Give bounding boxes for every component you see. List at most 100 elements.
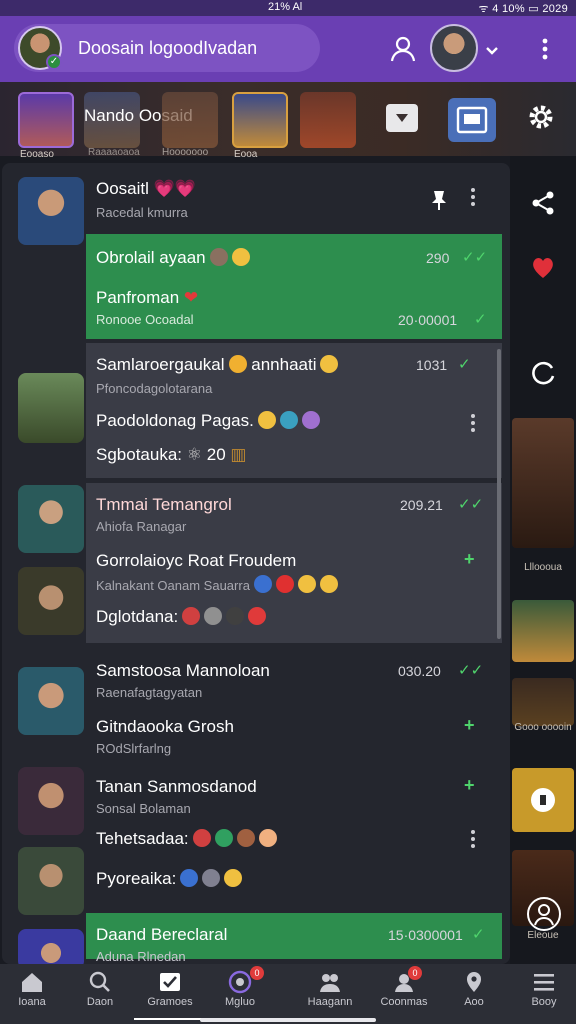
- chat-avatar: [18, 177, 84, 245]
- rail-title: Eleoue: [527, 930, 559, 941]
- message-time: 20·00001: [398, 312, 458, 328]
- story-item[interactable]: Eooa: [232, 92, 288, 160]
- chat-item[interactable]: Daand Bereclaral 15·0300001 ✓ Aduna Rlne…: [2, 911, 510, 964]
- message-subtitle: Kalnakant Oanam Sauarra: [96, 575, 338, 593]
- add-icon[interactable]: +: [464, 715, 475, 736]
- story-art[interactable]: [300, 92, 356, 148]
- story-item[interactable]: Hooooooo: [162, 92, 218, 158]
- share-icon[interactable]: [528, 188, 558, 218]
- chat-subtitle: Ahiofa Ranagar: [96, 519, 187, 534]
- chat-time: 1031: [416, 357, 448, 373]
- search-icon: [89, 971, 110, 992]
- pin-icon[interactable]: [428, 187, 450, 211]
- people-icon: [320, 974, 340, 992]
- notification-badge: 0: [408, 966, 422, 980]
- nav-menu[interactable]: Booy: [508, 970, 576, 1020]
- nav-search[interactable]: Daon: [64, 970, 136, 1020]
- refresh-icon[interactable]: [528, 358, 558, 388]
- message-subtitle: ROdSlrfarlng: [96, 741, 172, 756]
- user-icon[interactable]: [388, 34, 418, 64]
- gallery-button[interactable]: [448, 98, 496, 142]
- nav-label: Gramoes: [147, 996, 193, 1008]
- profile-icon[interactable]: [526, 896, 562, 932]
- nav-label: Booy: [531, 996, 557, 1008]
- chat-avatar: [18, 373, 84, 443]
- nav-games[interactable]: Gramoes: [134, 970, 206, 1020]
- chat-subtitle: Pfoncodagolotarana: [96, 381, 213, 396]
- stories-row: Eooaso Raaaaoaoa Nando Oosaid Hooooooo E…: [0, 82, 576, 160]
- chat-message-highlight[interactable]: Obrolail ayaan 290 ✓✓ Panfroman ❤ Ronooe…: [86, 234, 502, 339]
- add-icon[interactable]: +: [464, 775, 475, 796]
- account-avatar[interactable]: [430, 24, 478, 72]
- chat-avatar: [18, 485, 84, 553]
- status-bar: 21% Al ᯤ 4 10% ▭ 2029: [0, 0, 576, 16]
- double-check-icon: ✓✓: [462, 249, 488, 266]
- checkbox-icon: [160, 973, 180, 991]
- chat-item[interactable]: Tanan Sanmosdanod + Sonsal Bolaman Tehet…: [2, 763, 510, 915]
- chat-title: Oosaitl 💗💗: [96, 179, 196, 198]
- rail-thumbnail[interactable]: [512, 600, 574, 662]
- home-indicator: [200, 1018, 376, 1022]
- menu-icon: [534, 974, 554, 991]
- gear-icon[interactable]: [526, 102, 556, 132]
- rail-thumbnail[interactable]: [512, 678, 574, 726]
- heart-icon[interactable]: [528, 252, 558, 282]
- lock-icon: [531, 788, 555, 812]
- message-subtitle: Ronooe Ocoadal: [96, 312, 194, 327]
- story-label: Hooooooo: [162, 147, 209, 158]
- chat-list-panel: Oosaitl 💗💗 Racedal kmurra Obrolail ayaan…: [2, 163, 510, 964]
- nav-home[interactable]: Ioana: [0, 970, 68, 1020]
- rail-thumbnail[interactable]: [512, 418, 574, 548]
- image-icon: [456, 106, 488, 134]
- nav-messages[interactable]: 0 Mgluo: [204, 966, 276, 1020]
- message-text: Dglotdana:: [96, 607, 267, 627]
- check-icon: ✓: [458, 356, 471, 373]
- top-app-bar: ✓ Doosain logoodIvadan: [0, 16, 576, 82]
- check-icon: ✓: [472, 926, 485, 943]
- chat-item[interactable]: Samstoosa Mannoloan 030.20 ✓✓ Raenafagta…: [2, 651, 510, 756]
- chat-avatar: [18, 667, 84, 735]
- nav-label: Ioana: [18, 996, 46, 1008]
- search-text: Doosain logoodIvadan: [78, 38, 258, 58]
- more-vertical-icon[interactable]: [470, 413, 476, 432]
- right-rail: Llloooua Gooo ooooin Eleoue: [510, 156, 576, 964]
- chat-item[interactable]: Oosaitl 💗💗 Racedal kmurra Obrolail ayaan…: [2, 163, 510, 339]
- profile-avatar[interactable]: ✓: [18, 26, 62, 70]
- more-vertical-icon[interactable]: [534, 36, 556, 62]
- message-text: Gorrolaioyc Roat Froudem: [96, 551, 297, 570]
- double-check-icon: ✓✓: [458, 496, 484, 513]
- message-text: Gitndaooka Grosh: [96, 717, 234, 736]
- chevron-down-icon[interactable]: [482, 40, 502, 60]
- nav-label: Haagann: [307, 996, 353, 1008]
- check-icon: ✓: [474, 311, 487, 328]
- story-item[interactable]: Eooaso: [18, 92, 74, 160]
- chat-avatar: [18, 929, 84, 964]
- nav-location[interactable]: Aoo: [438, 970, 510, 1020]
- post-icon[interactable]: [382, 96, 422, 136]
- nav-label: Mgluo: [225, 996, 255, 1008]
- chat-subtitle: Raenafagtagyatan: [96, 685, 203, 700]
- message-text: Pyoreaika:: [96, 869, 243, 889]
- nav-people[interactable]: Haagann: [294, 970, 366, 1020]
- story-label: Eooa: [234, 149, 258, 160]
- more-vertical-icon[interactable]: [470, 829, 476, 848]
- rail-thumbnail[interactable]: [512, 768, 574, 832]
- scrollbar[interactable]: [497, 349, 501, 639]
- nav-community[interactable]: 0 Coonmas: [368, 966, 440, 1020]
- chat-time: 209.21: [400, 497, 443, 513]
- message-text: Paodoldonag Pagas.: [96, 411, 320, 431]
- message-text: Sgbotauka: ⚛ 20 ▥: [96, 445, 247, 464]
- message-time: 290: [426, 250, 450, 266]
- add-icon[interactable]: +: [464, 549, 475, 570]
- chat-avatar: [18, 847, 84, 915]
- message-text: Obrolail ayaan: [96, 248, 250, 268]
- rail-title: Gooo ooooin: [514, 722, 572, 733]
- chat-item[interactable]: Samlaroergaukal annhaati 1031 ✓ Pfoncoda…: [2, 343, 510, 478]
- more-vertical-icon[interactable]: [470, 187, 476, 206]
- story-label: Raaaaoaoa: [88, 147, 140, 158]
- chat-subtitle: Sonsal Bolaman: [96, 801, 191, 816]
- chat-item[interactable]: Tmmai Temangrol 209.21 ✓✓ Ahiofa Ranagar…: [2, 483, 510, 643]
- chat-title: Tmmai Temangrol: [96, 495, 232, 514]
- search-bar[interactable]: ✓ Doosain logoodIvadan: [14, 24, 320, 72]
- chat-subtitle: Racedal kmurra: [96, 205, 188, 220]
